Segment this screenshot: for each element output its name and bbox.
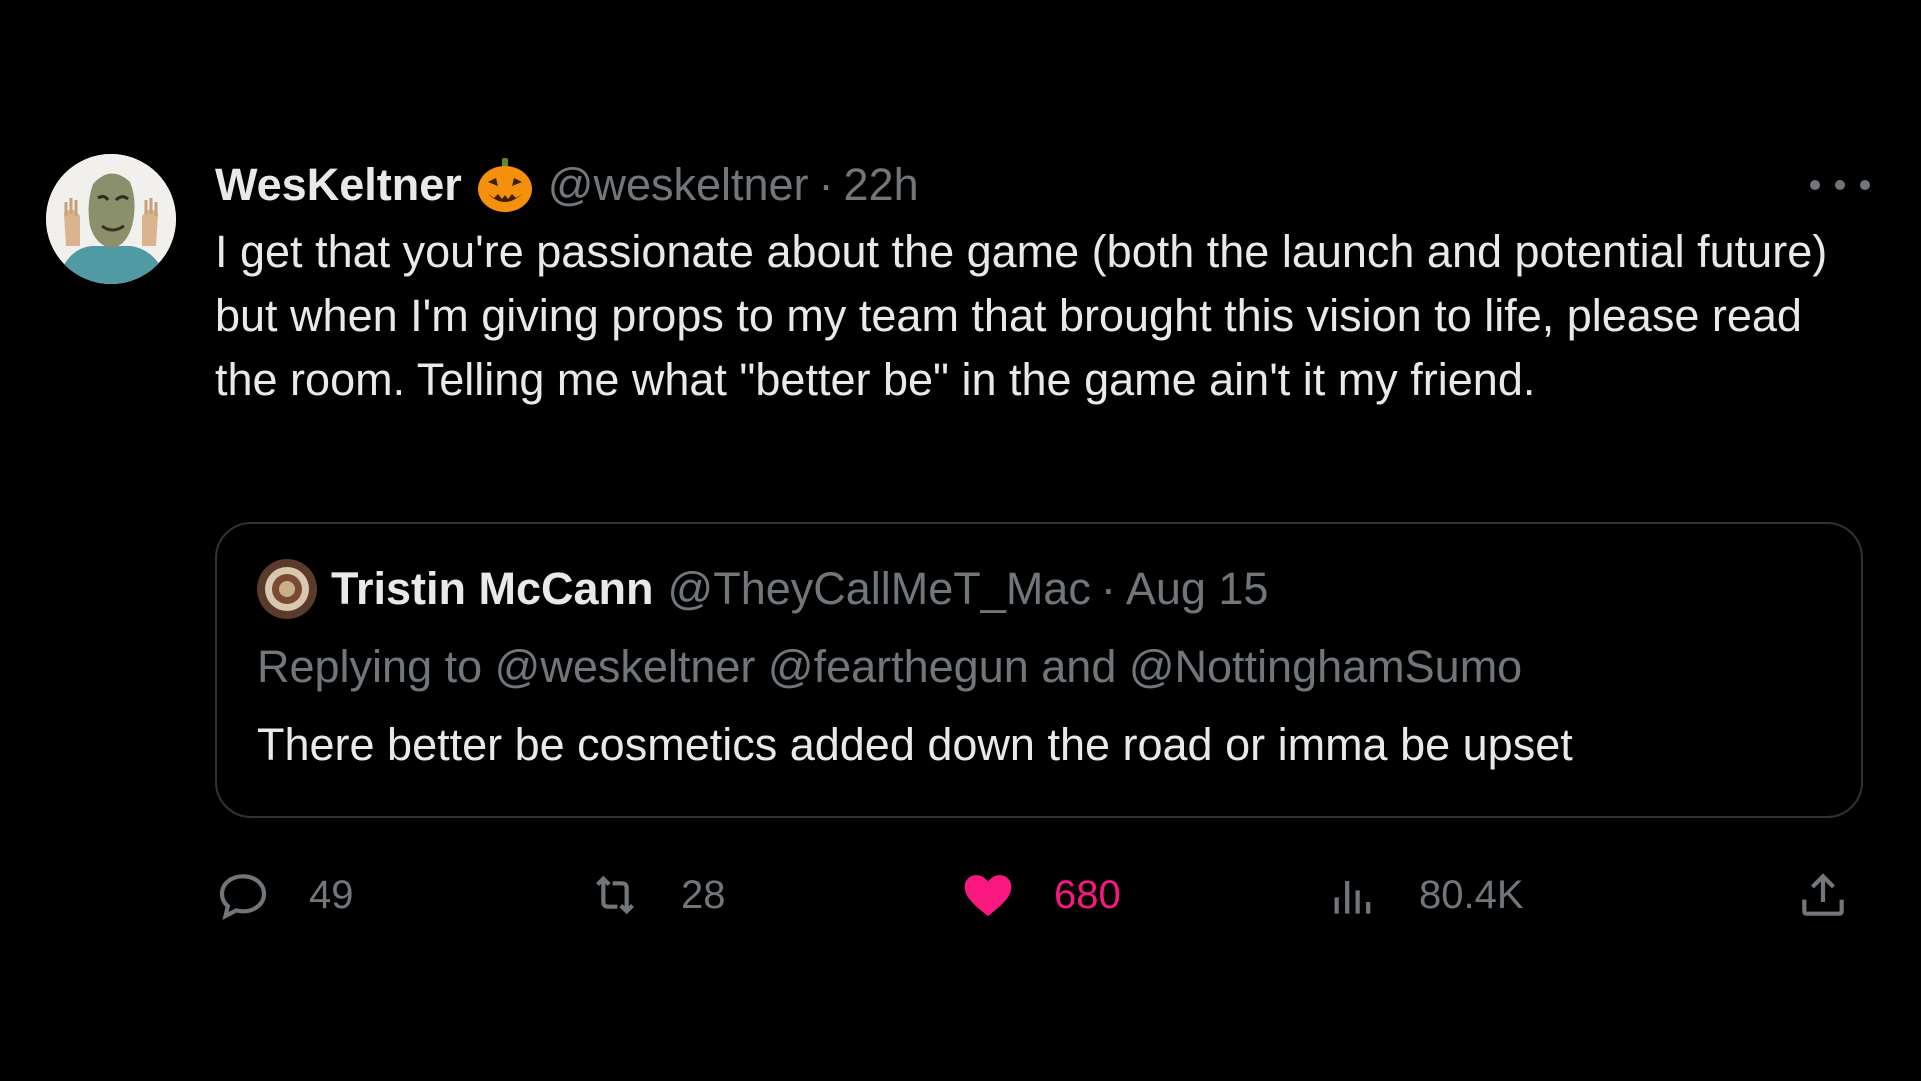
tweet-header: WesKeltner @weskeltner · 22h [215, 150, 1870, 220]
replying-to: Replying to @weskeltner @fearthegun and … [257, 641, 1523, 692]
separator: · [818, 159, 834, 210]
action-bar: 49 28 680 80.4K [215, 862, 1875, 928]
reply-count: 49 [309, 872, 354, 917]
avatar[interactable] [46, 154, 176, 284]
retweet-icon [596, 875, 634, 915]
like-button[interactable]: 680 [960, 862, 1121, 928]
tweet-text: I get that you're passionate about the g… [215, 226, 1828, 405]
heart-icon [964, 875, 1012, 916]
avatar-image [46, 154, 176, 284]
display-name[interactable]: WesKeltner [215, 150, 462, 220]
quoted-avatar[interactable] [257, 559, 317, 619]
views-count: 80.4K [1419, 872, 1524, 917]
quoted-handle[interactable]: @TheyCallMeT_Mac [668, 556, 1091, 622]
views-icon [1334, 881, 1371, 914]
tweet-content: WesKeltner @weskeltner · 22h I get that … [215, 150, 1870, 818]
retweet-button[interactable]: 28 [587, 862, 726, 928]
reply-icon [219, 874, 267, 920]
like-count: 680 [1054, 872, 1121, 917]
quoted-display-name[interactable]: Tristin McCann [331, 556, 654, 622]
quoted-tweet[interactable]: Tristin McCann @TheyCallMeT_Mac · Aug 15… [215, 522, 1863, 818]
share-icon [1802, 873, 1844, 916]
views-button[interactable]: 80.4K [1325, 862, 1524, 928]
more-dots-icon[interactable] [1810, 170, 1870, 200]
quoted-separator: · [1100, 563, 1116, 614]
jack-o-lantern-icon [476, 156, 534, 214]
quoted-tweet-header: Tristin McCann @TheyCallMeT_Mac · Aug 15 [257, 556, 1268, 622]
quoted-tweet-text: There better be cosmetics added down the… [257, 719, 1573, 770]
tweet[interactable]: WesKeltner @weskeltner · 22h I get that … [0, 0, 1921, 1081]
retweet-count: 28 [681, 872, 726, 917]
handle[interactable]: @weskeltner [548, 150, 809, 220]
quoted-date[interactable]: Aug 15 [1126, 556, 1269, 622]
timestamp[interactable]: 22h [844, 150, 919, 220]
share-button[interactable] [1795, 862, 1889, 928]
reply-button[interactable]: 49 [215, 862, 354, 928]
